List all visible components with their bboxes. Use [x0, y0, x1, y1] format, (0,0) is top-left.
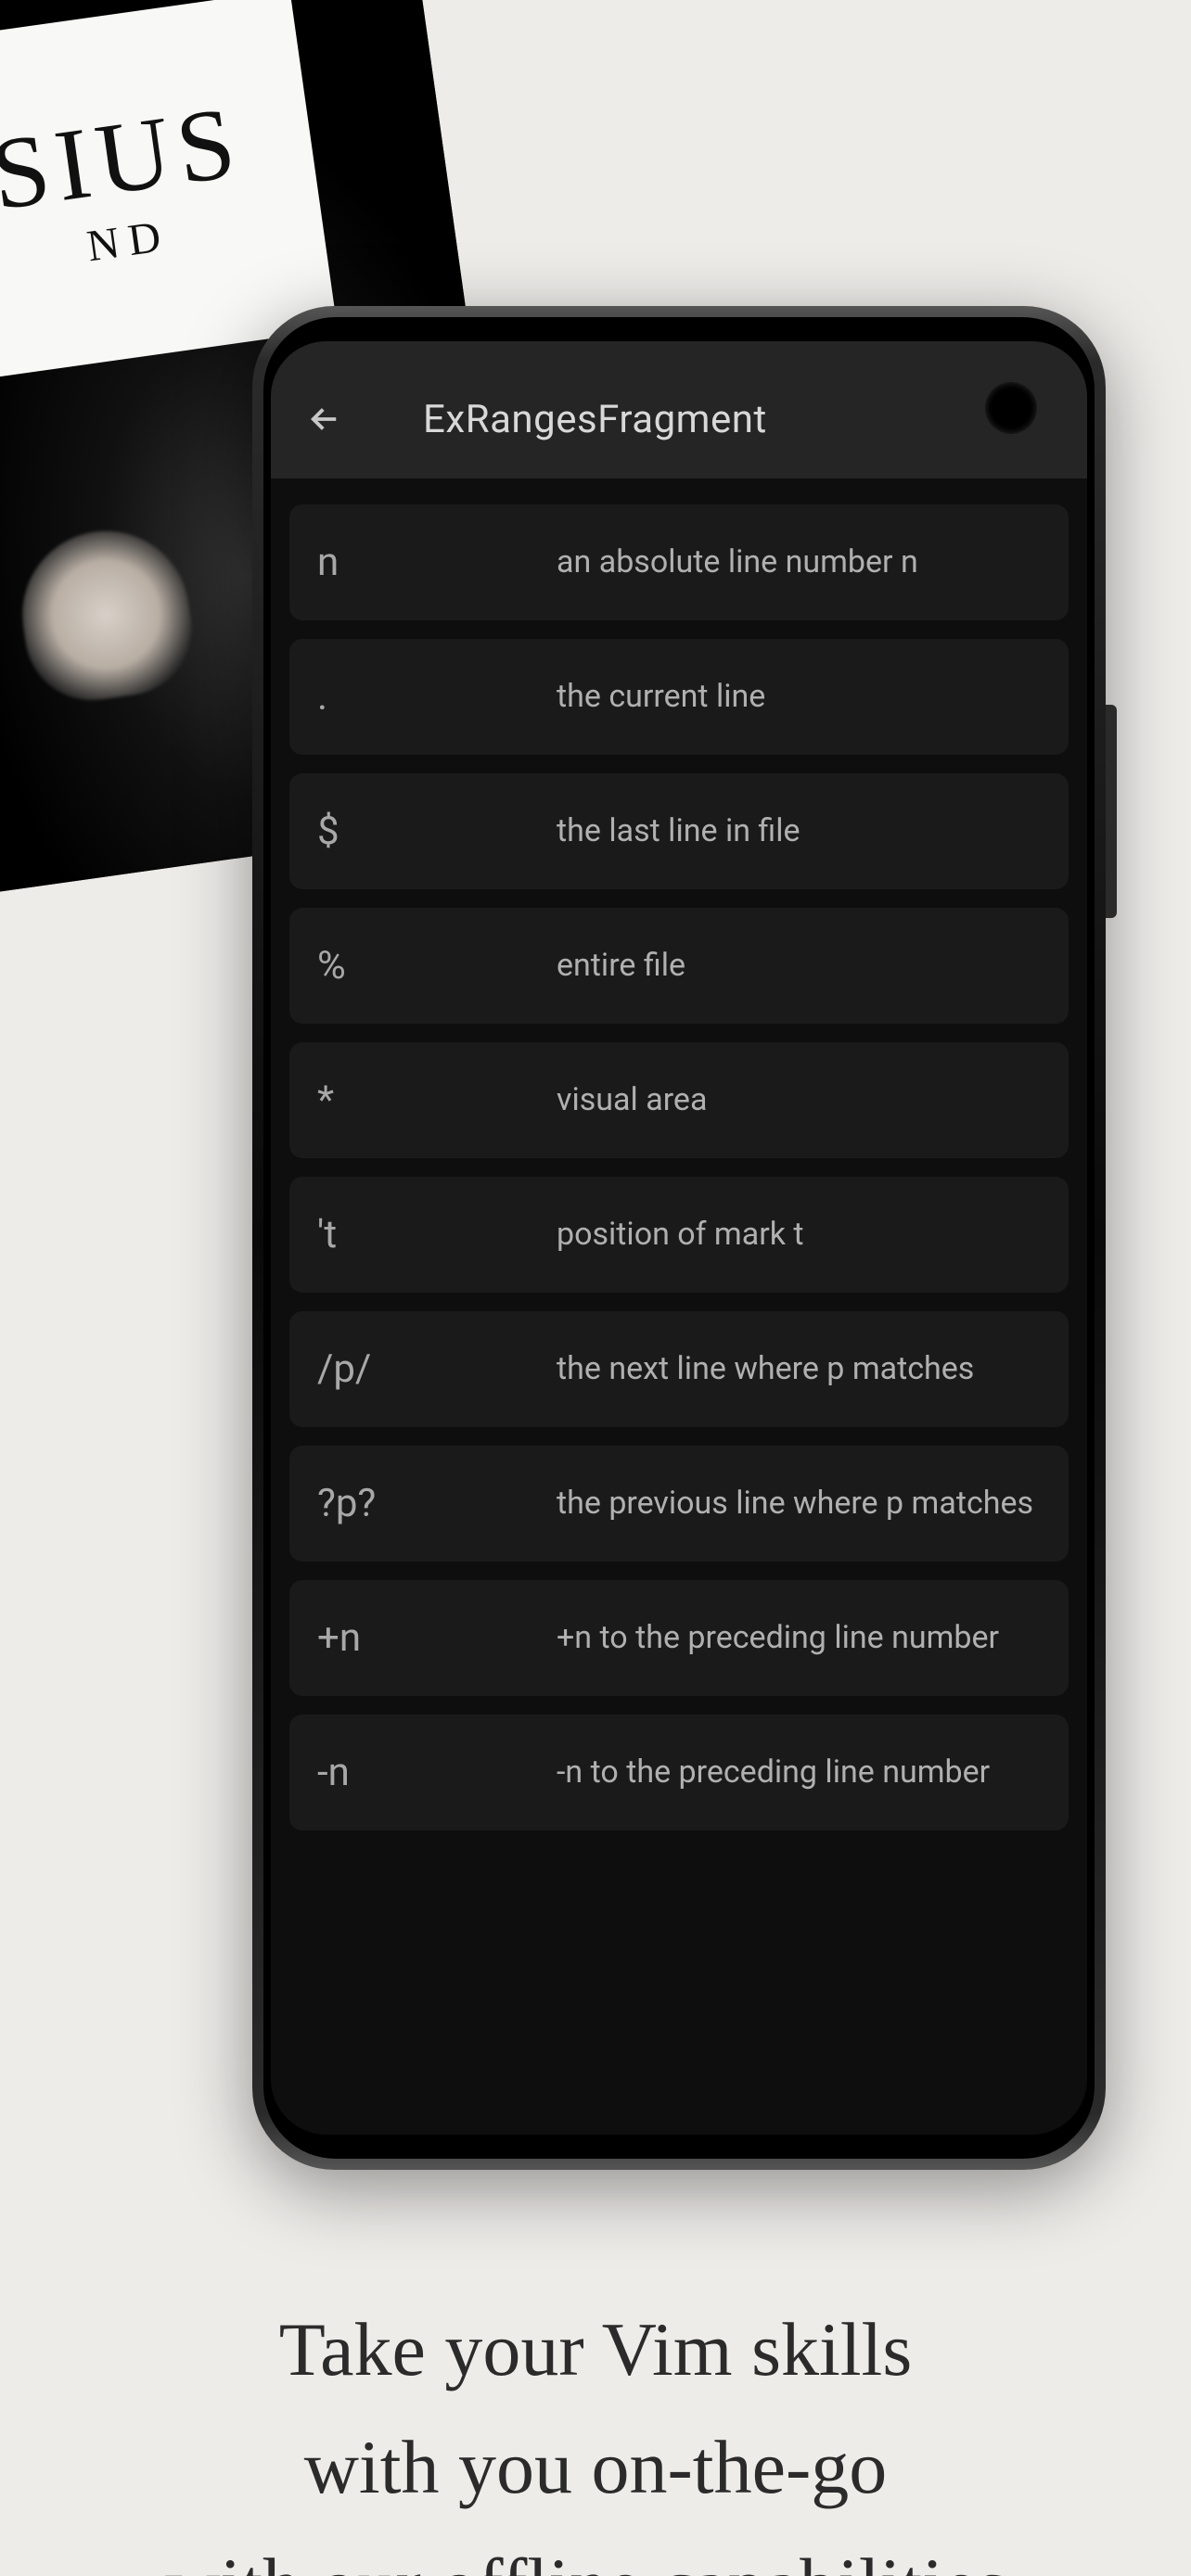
list-item[interactable]: /p/ the next line where p matches [289, 1311, 1069, 1427]
app-header: ExRangesFragment [271, 341, 1087, 478]
list-item[interactable]: ?p? the previous line where p matches [289, 1446, 1069, 1562]
ranges-list[interactable]: n an absolute line number n . the curren… [271, 478, 1087, 2135]
range-description: an absolute line number n [557, 542, 1041, 584]
range-command: -n [317, 1750, 547, 1795]
range-description: visual area [557, 1079, 1041, 1122]
tagline-line-3: with our offline capabilities. [56, 2526, 1135, 2576]
range-description: the next line where p matches [557, 1348, 1041, 1391]
list-item[interactable]: -n -n to the preceding line number [289, 1715, 1069, 1830]
range-command: % [317, 943, 547, 988]
camera-notch [985, 382, 1037, 434]
range-command: ?p? [317, 1481, 547, 1526]
range-command: 't [317, 1212, 547, 1257]
range-command: /p/ [317, 1346, 547, 1392]
range-description: the current line [557, 676, 1041, 719]
range-command: $ [317, 809, 547, 854]
range-description: the last line in file [557, 810, 1041, 853]
list-item[interactable]: . the current line [289, 639, 1069, 755]
range-command: n [317, 540, 547, 585]
range-command: * [317, 1078, 547, 1123]
range-description: position of mark t [557, 1214, 1041, 1256]
list-item[interactable]: 't position of mark t [289, 1177, 1069, 1293]
list-item[interactable]: $ the last line in file [289, 773, 1069, 889]
list-item[interactable]: n an absolute line number n [289, 504, 1069, 620]
phone-screen-frame: ExRangesFragment n an absolute line numb… [263, 317, 1095, 2159]
list-item[interactable]: * visual area [289, 1042, 1069, 1158]
page-title: ExRangesFragment [423, 397, 767, 442]
list-item[interactable]: % entire file [289, 908, 1069, 1024]
range-description: +n to the preceding line number [557, 1617, 1041, 1660]
back-arrow-icon [305, 400, 344, 439]
marketing-tagline: Take your Vim skills with you on-the-go … [0, 2290, 1191, 2576]
range-description: entire file [557, 945, 1041, 988]
back-button[interactable] [304, 399, 345, 440]
tagline-line-1: Take your Vim skills [56, 2290, 1135, 2408]
range-command: +n [317, 1615, 547, 1661]
range-command: . [317, 674, 547, 720]
phone-screen: ExRangesFragment n an absolute line numb… [271, 341, 1087, 2135]
brand-text-fragment: SIUS [0, 90, 248, 226]
range-description: the previous line where p matches [557, 1483, 1041, 1525]
phone-mockup: ExRangesFragment n an absolute line numb… [252, 306, 1106, 2170]
tagline-line-2: with you on-the-go [56, 2408, 1135, 2526]
brand-sub-fragment: ND [83, 210, 173, 272]
list-item[interactable]: +n +n to the preceding line number [289, 1580, 1069, 1696]
range-description: -n to the preceding line number [557, 1752, 1041, 1794]
phone-side-button [1106, 705, 1117, 918]
